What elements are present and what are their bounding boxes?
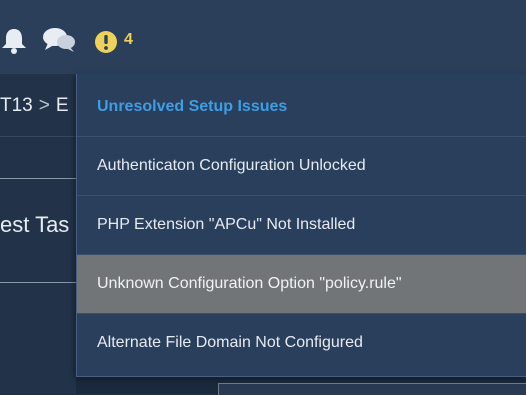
breadcrumb-item[interactable]: T13	[0, 95, 33, 116]
dropdown-header[interactable]: Unresolved Setup Issues	[77, 74, 526, 137]
divider	[0, 136, 76, 137]
warning-icon[interactable]	[94, 30, 118, 54]
warning-count-badge[interactable]: 4	[124, 31, 133, 49]
task-title: est Tas	[0, 212, 70, 237]
setup-issue-item[interactable]: Authenticaton Configuration Unlocked	[77, 137, 526, 196]
breadcrumb: T13 > E	[0, 76, 76, 136]
top-navigation-bar: 4	[0, 0, 526, 74]
divider	[0, 178, 76, 179]
setup-issue-item[interactable]: Alternate File Domain Not Configured	[77, 314, 526, 372]
content-panel-edge	[218, 383, 526, 395]
setup-issue-item-highlighted[interactable]: Unknown Configuration Option "policy.rul…	[77, 255, 526, 314]
breadcrumb-separator: >	[38, 95, 50, 116]
setup-issue-item[interactable]: PHP Extension "APCu" Not Installed	[77, 196, 526, 255]
bell-icon[interactable]	[0, 26, 28, 54]
setup-issues-dropdown: Unresolved Setup Issues Authenticaton Co…	[76, 74, 526, 377]
chat-icon[interactable]	[42, 26, 76, 54]
breadcrumb-item[interactable]: E	[56, 95, 69, 116]
divider	[0, 282, 76, 283]
